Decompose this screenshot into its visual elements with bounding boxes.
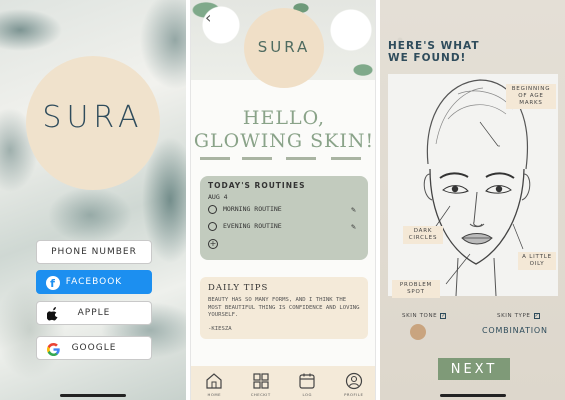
- bottom-nav: HOME CHECKIT LOG PROFILE: [191, 366, 375, 400]
- login-screen: SURA PHONE NUMBER f FACEBOOK APPLE GOOGL…: [0, 0, 186, 400]
- google-label: GOOGLE: [71, 343, 117, 353]
- facebook-login-button[interactable]: f FACEBOOK: [36, 270, 152, 294]
- next-button[interactable]: NEXT: [438, 358, 510, 380]
- apple-login-button[interactable]: APPLE: [36, 301, 152, 325]
- problem-spot-label: PROBLEM SPOT: [392, 280, 440, 298]
- routine-item[interactable]: EVENING ROUTINE ✎: [208, 220, 360, 232]
- nav-label: PROFILE: [344, 392, 364, 397]
- greeting-line-1: HELLO,: [242, 107, 326, 129]
- google-login-button[interactable]: GOOGLE: [36, 336, 152, 360]
- oily-label: A LITTLE OILY: [518, 252, 556, 270]
- skin-tone-label: SKIN TONE: [402, 313, 438, 319]
- home-indicator: [440, 394, 506, 397]
- google-icon: [46, 342, 60, 356]
- routine-label: MORNING ROUTINE: [223, 205, 282, 213]
- routine-checkbox[interactable]: [208, 221, 217, 231]
- facebook-icon: f: [46, 276, 60, 290]
- edit-pencil-icon[interactable]: ✎: [351, 222, 356, 231]
- routine-item[interactable]: MORNING ROUTINE ✎: [208, 203, 360, 215]
- age-marks-label: BEGINNING OF AGE MARKS: [506, 84, 556, 109]
- divider-dash: [286, 157, 316, 160]
- nav-home[interactable]: HOME: [199, 372, 229, 397]
- skin-type-checkbox[interactable]: ✓: [533, 313, 540, 319]
- heading-line-1: Here's what: [388, 40, 480, 52]
- nav-checkit[interactable]: CHECKIT: [246, 372, 276, 397]
- skin-tone-row: SKIN TONE ✓: [402, 313, 447, 319]
- tips-author: -KIESZA: [208, 325, 232, 332]
- facebook-label: FACEBOOK: [65, 277, 123, 287]
- nav-profile[interactable]: PROFILE: [339, 372, 369, 397]
- dark-circles-label: DARK CIRCLES: [403, 226, 443, 244]
- skin-type-row: SKIN TYPE ✓: [497, 313, 540, 319]
- nav-label: LOG: [302, 392, 312, 397]
- edit-pencil-icon[interactable]: ✎: [351, 205, 356, 214]
- greeting-line-2: GLOWING SKIN!: [193, 130, 375, 152]
- divider-dash: [200, 157, 230, 160]
- app-logo: SURA: [42, 100, 144, 135]
- nav-label: HOME: [207, 392, 222, 397]
- results-screen: Here's what we found!: [380, 0, 565, 400]
- apple-label: APPLE: [77, 308, 111, 318]
- profile-icon: [345, 372, 363, 390]
- todays-routines-card: TODAY'S ROUTINES AUG 4 MORNING ROUTINE ✎…: [200, 176, 368, 260]
- divider-dash: [331, 157, 361, 160]
- phone-number-label: PHONE NUMBER: [51, 247, 137, 257]
- calendar-icon: [298, 372, 316, 390]
- routines-title: TODAY'S ROUTINES: [208, 181, 306, 190]
- skin-tone-checkbox[interactable]: ✓: [440, 313, 447, 319]
- nav-label: CHECKIT: [250, 392, 271, 397]
- results-heading: Here's what we found!: [388, 40, 480, 64]
- daily-tips-card: DAILY TIPS BEAUTY HAS SO MANY FORMS, AND…: [200, 277, 368, 339]
- face-sketch: BEGINNING OF AGE MARKS DARK CIRCLES A LI…: [388, 74, 558, 298]
- app-logo: SURA: [257, 38, 311, 56]
- tips-quote: BEAUTY HAS SO MANY FORMS, AND I THINK TH…: [208, 297, 360, 318]
- home-screen: ‹ SURA HELLO, GLOWING SKIN! TODAY'S ROUT…: [190, 0, 376, 400]
- divider-dash: [242, 157, 272, 160]
- skin-tone-swatch: [410, 324, 426, 340]
- phone-number-button[interactable]: PHONE NUMBER: [36, 240, 152, 264]
- skin-type-value: COMBINATION: [482, 326, 548, 335]
- heading-line-2: we found!: [388, 52, 467, 64]
- routines-date: AUG 4: [208, 193, 228, 201]
- skin-type-label: SKIN TYPE: [497, 313, 531, 319]
- apple-icon: [46, 307, 60, 321]
- grid-icon: [252, 372, 270, 390]
- home-indicator: [60, 394, 126, 397]
- tips-title: DAILY TIPS: [208, 283, 269, 293]
- chevron-left-icon[interactable]: ‹: [205, 8, 211, 27]
- add-routine-icon[interactable]: +: [208, 239, 218, 249]
- routine-label: EVENING ROUTINE: [223, 222, 282, 230]
- greeting: HELLO, GLOWING SKIN!: [191, 107, 375, 153]
- routine-checkbox[interactable]: [208, 204, 217, 214]
- nav-log[interactable]: LOG: [292, 372, 322, 397]
- home-icon: [205, 372, 223, 390]
